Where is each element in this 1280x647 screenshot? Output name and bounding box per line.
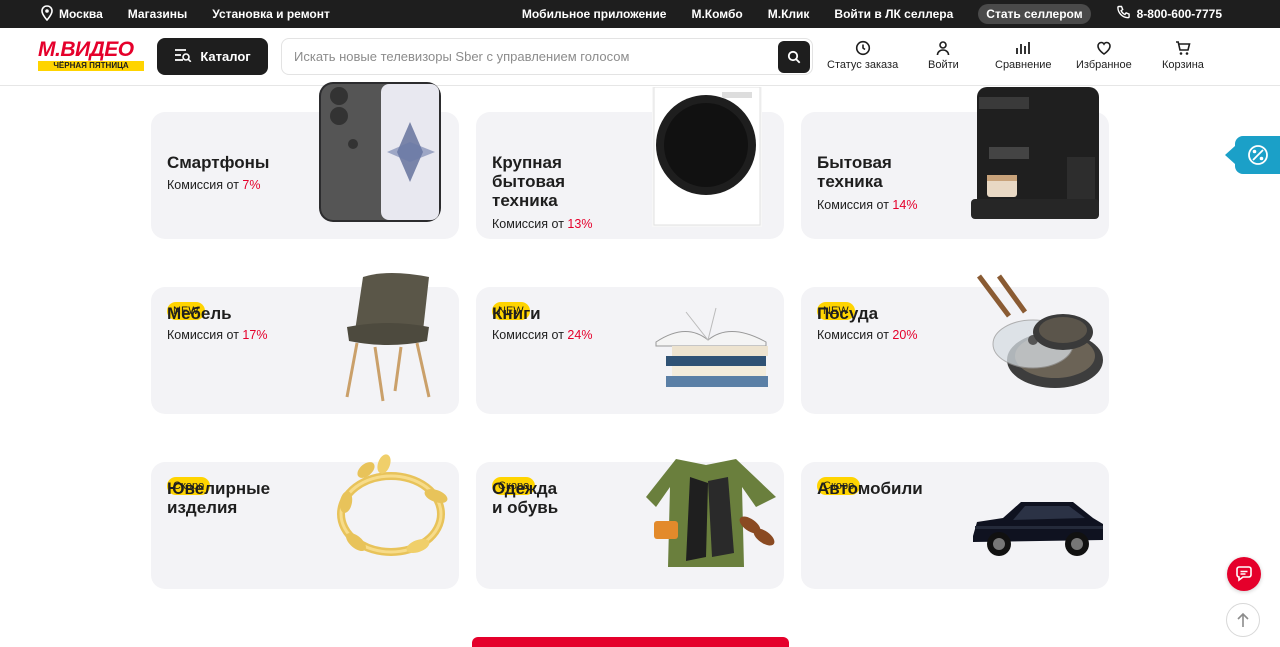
chair-image [345, 273, 431, 402]
commission-value: 17% [242, 328, 268, 342]
compare-chart-icon [1016, 42, 1031, 54]
seller-login-link[interactable]: Войти в ЛК селлера [834, 7, 953, 21]
category-title: Крупная бытовая техника [492, 153, 566, 210]
catalog-icon [174, 48, 192, 65]
search-input[interactable] [294, 49, 778, 64]
category-card-cars[interactable]: Скоро Автомобили [801, 462, 1109, 589]
category-title: Книги [492, 304, 541, 323]
heart-icon [1097, 41, 1111, 55]
logo-text: М.ВИДЕО [38, 38, 134, 61]
logo[interactable]: М.ВИДЕО ЧЁРНАЯ ПЯТНИЦА [38, 38, 146, 71]
commission-value: 14% [892, 198, 918, 212]
order-status-nav[interactable]: Статус заказа [827, 40, 898, 71]
category-title: Мебель [167, 304, 232, 323]
category-card-books[interactable]: NEW Книги Комиссия от 24% [476, 287, 784, 414]
category-card-smartphones[interactable]: Смартфоны Комиссия от 7% [151, 82, 459, 239]
commission-value: 20% [892, 328, 918, 342]
commission-value: 24% [567, 328, 593, 342]
clothes-image [646, 459, 776, 567]
compare-nav[interactable]: Сравнение [995, 40, 1052, 71]
category-title: Смартфоны [167, 153, 270, 172]
order-status-label: Статус заказа [827, 59, 899, 71]
app-link[interactable]: Мобильное приложение [522, 7, 667, 21]
category-card-clothes[interactable]: Скоро Одежда и обувь [476, 459, 784, 589]
category-title: Ювелирные изделия [167, 479, 271, 517]
coffee-machine-image [971, 87, 1099, 219]
search-icon [787, 50, 801, 63]
category-card-furniture[interactable]: NEW Мебель Комиссия от 17% [151, 273, 459, 414]
user-icon [937, 41, 950, 56]
category-title: Автомобили [817, 479, 923, 498]
city-label: Москва [59, 7, 103, 21]
commission-value: 7% [242, 178, 261, 192]
scroll-up-button[interactable] [1226, 603, 1260, 637]
top-bar: Москва Магазины Установка и ремонт Мобил… [0, 0, 1280, 28]
clock-icon [855, 40, 870, 56]
stores-link[interactable]: Магазины [128, 7, 187, 21]
category-card-dishes[interactable]: NEW Посуда Комиссия от 20% [801, 274, 1109, 414]
chat-button[interactable] [1227, 557, 1261, 591]
percent-icon [1247, 145, 1268, 165]
commission-text: Комиссия от 24% [492, 328, 593, 342]
category-card-large-appliances[interactable]: Крупная бытовая техника Комиссия от 13% [476, 87, 784, 239]
favorites-label: Избранное [1076, 59, 1132, 71]
arrow-up-icon [1237, 612, 1249, 627]
location-pin-icon [40, 4, 54, 24]
commission-value: 13% [567, 217, 593, 231]
commission-text: Комиссия от 20% [817, 328, 918, 342]
car-image [973, 502, 1103, 556]
primary-action-button[interactable] [472, 637, 789, 647]
city-selector[interactable]: Москва [40, 4, 103, 24]
phone-icon [1116, 5, 1131, 23]
install-link[interactable]: Установка и ремонт [212, 7, 330, 21]
washing-machine-image [652, 87, 762, 227]
logo-subtitle: ЧЁРНАЯ ПЯТНИЦА [38, 61, 144, 71]
category-card-home-appliances[interactable]: Бытовая техника Комиссия от 14% [801, 87, 1109, 239]
side-tab-arrow [1225, 146, 1235, 164]
favorites-nav[interactable]: Избранное [1076, 40, 1132, 71]
phone-link[interactable]: 8-800-600-7775 [1116, 5, 1222, 23]
search-bar [281, 38, 813, 75]
commission-text: Комиссия от 17% [167, 328, 268, 342]
cart-label: Корзина [1162, 59, 1204, 71]
catalog-button[interactable]: Каталог [157, 38, 268, 75]
category-title: Бытовая техника [817, 153, 892, 191]
ring-image [337, 454, 448, 556]
books-image [655, 307, 768, 387]
chat-icon [1236, 566, 1252, 582]
phone-number: 8-800-600-7775 [1136, 7, 1222, 21]
commission-text: Комиссия от 7% [167, 178, 261, 192]
mcombo-link[interactable]: М.Комбо [691, 7, 742, 21]
login-nav[interactable]: Войти [928, 40, 959, 71]
commission-text: Комиссия от 13% [492, 217, 593, 231]
cart-icon [1175, 41, 1191, 55]
cart-nav[interactable]: Корзина [1162, 40, 1204, 71]
cookware-image [977, 274, 1103, 388]
discount-side-tab[interactable] [1225, 136, 1280, 174]
compare-label: Сравнение [995, 59, 1052, 71]
search-button[interactable] [778, 40, 810, 73]
main-header: М.ВИДЕО ЧЁРНАЯ ПЯТНИЦА Каталог Статус за… [0, 28, 1280, 86]
catalog-label: Каталог [200, 49, 251, 64]
become-seller-button[interactable]: Стать селлером [978, 4, 1091, 24]
smartphone-image [319, 82, 441, 222]
mclick-link[interactable]: М.Клик [768, 7, 810, 21]
category-title: Посуда [817, 304, 879, 323]
category-card-jewelry[interactable]: Скоро Ювелирные изделия [151, 454, 459, 589]
commission-text: Комиссия от 14% [817, 198, 918, 212]
login-label: Войти [928, 59, 959, 71]
category-title: Одежда и обувь [492, 479, 559, 517]
